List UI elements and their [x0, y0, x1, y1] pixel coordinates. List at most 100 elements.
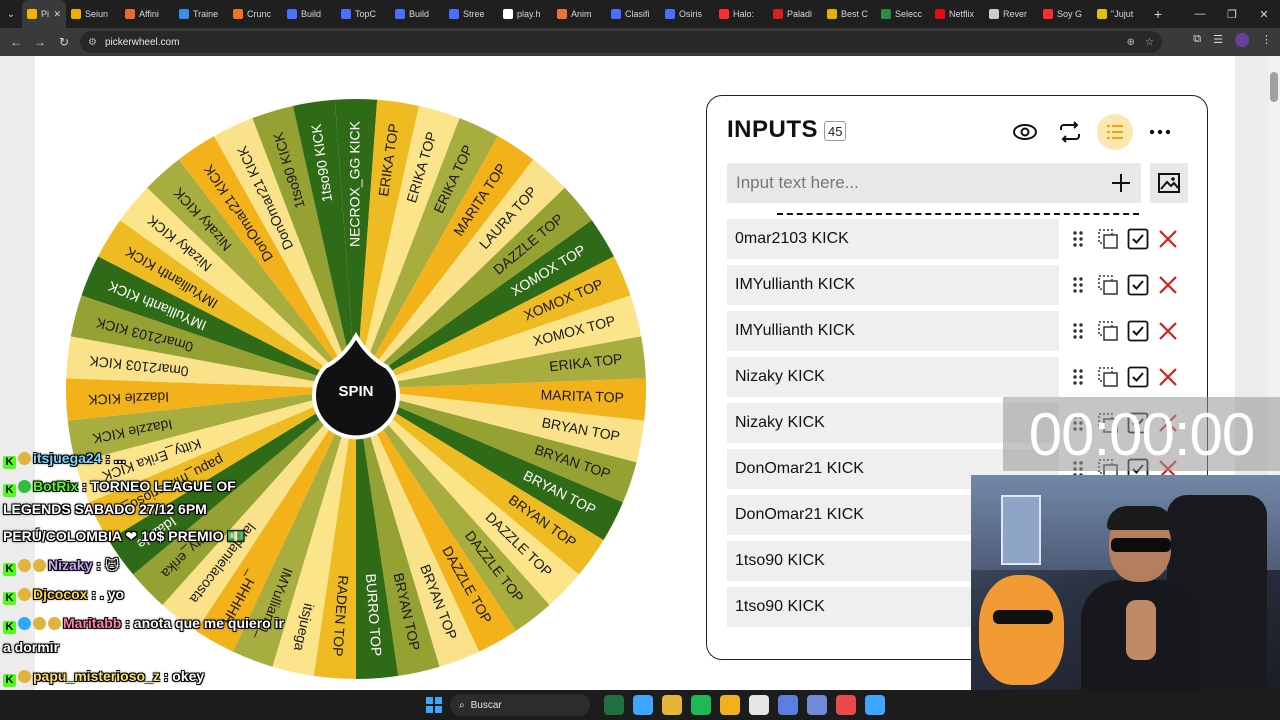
entry-label[interactable]: IMYullianth KICK — [727, 311, 1059, 351]
taskbar-app-icon[interactable] — [691, 695, 711, 715]
taskbar-app-icon[interactable] — [749, 695, 769, 715]
browser-tab[interactable]: Selecc — [876, 0, 930, 28]
eye-icon — [1013, 124, 1037, 140]
forward-icon[interactable]: → — [28, 35, 52, 49]
tab-label: Selecc — [895, 9, 923, 19]
drag-handle-icon[interactable] — [1067, 366, 1089, 388]
entry-label[interactable]: Nizaky KICK — [727, 357, 1059, 397]
browser-tab[interactable]: Traine — [174, 0, 228, 28]
back-icon[interactable]: ← — [4, 35, 28, 49]
taskbar-app-icon[interactable] — [807, 695, 827, 715]
delete-entry-icon[interactable] — [1157, 366, 1179, 388]
duplicate-icon[interactable] — [1097, 274, 1119, 296]
address-bar[interactable]: ⚙ pickerwheel.com ⊕ ☆ — [80, 31, 1162, 53]
taskbar-search-label: Buscar — [470, 699, 502, 711]
drag-handle-icon[interactable] — [1067, 274, 1089, 296]
taskbar-app-icon[interactable] — [604, 695, 624, 715]
add-image-button[interactable] — [1150, 163, 1188, 203]
site-info-icon[interactable]: ⚙ — [88, 37, 97, 48]
extensions-icon[interactable]: ⧉ — [1193, 33, 1201, 47]
entry-label[interactable]: IMYullianth KICK — [727, 265, 1059, 305]
chat-username: Maritabb — [63, 615, 122, 631]
checkbox-checked-icon[interactable] — [1127, 320, 1149, 342]
browser-tab[interactable]: Build — [282, 0, 336, 28]
hide-inputs-button[interactable] — [1007, 114, 1043, 150]
scrollbar-thumb[interactable] — [1270, 72, 1278, 102]
taskbar-app-icon[interactable] — [633, 695, 653, 715]
zoom-icon[interactable]: ⊕ — [1127, 37, 1135, 48]
drag-handle-icon[interactable] — [1067, 228, 1089, 250]
stream-chat-overlay: Kitsjuega24 : ... K BotRix : TORNEO LEAGUE… — [0, 444, 340, 716]
browser-tab[interactable]: Netflix — [930, 0, 984, 28]
wheel-segment-label: MARITA TOP — [540, 386, 624, 405]
reload-icon[interactable]: ↻ — [52, 35, 76, 49]
browser-tab[interactable]: Crunc — [228, 0, 282, 28]
search-icon: ⌕ — [459, 699, 465, 711]
reading-list-icon[interactable]: ☰ — [1213, 33, 1223, 47]
taskbar-app-icon[interactable] — [836, 695, 856, 715]
browser-tab[interactable]: Paladi — [768, 0, 822, 28]
entry-row: Nizaky KICK — [727, 357, 1197, 397]
drag-handle-icon[interactable] — [1067, 320, 1089, 342]
start-button[interactable] — [426, 697, 442, 713]
image-icon — [1158, 173, 1180, 193]
browser-tab[interactable]: Stree — [444, 0, 498, 28]
input-row — [727, 163, 1141, 203]
taskbar-app-icon[interactable] — [865, 695, 885, 715]
new-tab-button[interactable]: + — [1146, 6, 1170, 22]
delete-entry-icon[interactable] — [1157, 274, 1179, 296]
tab-favicon-icon — [773, 9, 783, 19]
browser-tab[interactable]: Anim — [552, 0, 606, 28]
browser-tab[interactable]: Build — [390, 0, 444, 28]
kick-badge-icon: K — [3, 674, 16, 687]
tab-search-icon[interactable]: ⌄ — [0, 0, 22, 28]
browser-tab[interactable]: Seiun — [66, 0, 120, 28]
duplicate-icon[interactable] — [1097, 366, 1119, 388]
maximize-icon[interactable]: ❐ — [1216, 0, 1248, 28]
browser-tab[interactable]: Clasifi — [606, 0, 660, 28]
duplicate-icon[interactable] — [1097, 228, 1119, 250]
chat-message: K Nizaky : 🐱 — [3, 557, 119, 576]
taskbar-app-icon[interactable] — [662, 695, 682, 715]
checkbox-checked-icon[interactable] — [1127, 274, 1149, 296]
chat-username: Djcocox — [33, 586, 88, 602]
browser-tab[interactable]: Rever — [984, 0, 1038, 28]
windows-taskbar: ⌕ Buscar — [0, 690, 1280, 720]
delete-entry-icon[interactable] — [1157, 228, 1179, 250]
browser-tab[interactable]: Halo: — [714, 0, 768, 28]
browser-tab[interactable]: play.h — [498, 0, 552, 28]
browser-menu-icon[interactable]: ⋮ — [1261, 33, 1272, 47]
tab-label: Affini — [139, 9, 159, 19]
entry-actions — [1067, 311, 1179, 351]
browser-tab[interactable]: Osiris — [660, 0, 714, 28]
browser-tab[interactable]: Affini — [120, 0, 174, 28]
spin-button[interactable]: SPIN — [338, 383, 373, 400]
profile-avatar[interactable] — [1235, 33, 1249, 47]
browser-tab[interactable]: TopC — [336, 0, 390, 28]
duplicate-icon[interactable] — [1097, 320, 1119, 342]
close-window-icon[interactable]: ✕ — [1248, 0, 1280, 28]
tab-close-icon[interactable]: ✕ — [53, 9, 61, 20]
taskbar-search[interactable]: ⌕ Buscar — [450, 694, 590, 716]
add-entry-button[interactable] — [1109, 171, 1133, 195]
list-view-button[interactable] — [1097, 114, 1133, 150]
entry-text-input[interactable] — [727, 163, 1097, 203]
tab-label: Pi — [41, 9, 50, 19]
bookmark-star-icon[interactable]: ☆ — [1145, 37, 1154, 48]
minimize-icon[interactable]: — — [1184, 0, 1216, 28]
taskbar-app-icon[interactable] — [720, 695, 740, 715]
shuffle-button[interactable] — [1052, 114, 1088, 150]
checkbox-checked-icon[interactable] — [1127, 366, 1149, 388]
toolbar-right: ⧉ ☰ ⋮ — [1193, 33, 1272, 47]
more-options-button[interactable] — [1142, 114, 1178, 150]
entry-label[interactable]: 0mar2103 KICK — [727, 219, 1059, 259]
browser-tab[interactable]: Best C — [822, 0, 876, 28]
delete-entry-icon[interactable] — [1157, 320, 1179, 342]
webcam-hands — [1126, 600, 1156, 660]
screen: ⌄ Pi ✕ Seiun Affini Traine Crunc Build TopC Buil… — [0, 0, 1280, 720]
browser-tab[interactable]: Soy G — [1038, 0, 1092, 28]
browser-tab[interactable]: Pi ✕ — [22, 0, 66, 28]
browser-tab[interactable]: "Jujut — [1092, 0, 1146, 28]
taskbar-app-icon[interactable] — [778, 695, 798, 715]
checkbox-checked-icon[interactable] — [1127, 228, 1149, 250]
